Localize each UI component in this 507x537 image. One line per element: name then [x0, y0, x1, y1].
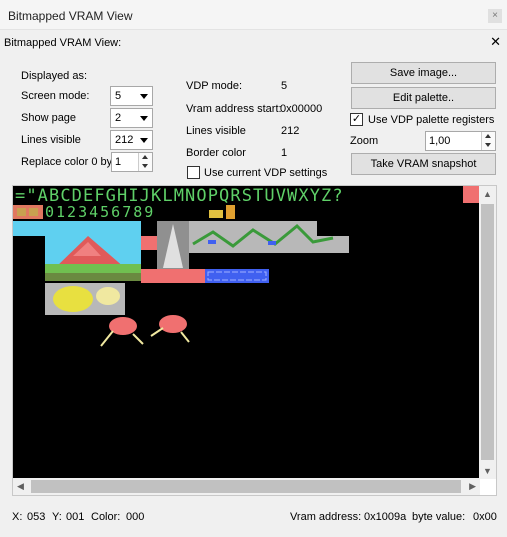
pattern-block	[141, 236, 157, 250]
show-page-select[interactable]: 2	[110, 108, 153, 128]
pattern-block	[141, 269, 205, 283]
vram-bitmap[interactable]: ="ABCDEFGHIJKLMNOPQRSTUVWXYZ? 0123456789	[13, 186, 480, 479]
pattern-block	[17, 208, 26, 216]
zoom-value: 1,00	[429, 135, 451, 147]
ant-sprite	[159, 315, 187, 333]
vertical-scrollbar[interactable]: ▲ ▼	[479, 186, 496, 479]
edit-palette-button[interactable]: Edit palette..	[351, 87, 496, 109]
replace-color-spinner[interactable]: 1	[111, 152, 153, 172]
window-title: Bitmapped VRAM View	[8, 9, 133, 23]
replace-color-value: 1	[115, 156, 122, 168]
status-vram-address-label: Vram address:	[290, 511, 362, 523]
scroll-right-icon[interactable]: ▶	[469, 481, 476, 492]
panel-title: Bitmapped VRAM View:	[4, 37, 122, 49]
vdp-lines-visible-value: 212	[281, 125, 300, 137]
pattern-block	[29, 208, 38, 216]
chevron-down-icon	[140, 138, 148, 143]
vdp-mode-label: VDP mode:	[186, 80, 243, 92]
panel-close-button[interactable]: ✕	[490, 34, 501, 50]
vram-start-value: 0x00000	[280, 103, 323, 115]
vdp-lines-visible-label: Lines visible	[186, 125, 246, 137]
spin-down-icon[interactable]	[138, 162, 152, 171]
zoom-spinner[interactable]: 1,00	[425, 131, 496, 151]
status-x-value: 053	[27, 511, 46, 523]
screen-mode-value: 5	[115, 90, 122, 102]
use-current-vdp-label: Use current VDP settings	[204, 167, 328, 179]
replace-color-label: Replace color 0 by	[21, 156, 113, 168]
lines-visible-select[interactable]: 212	[110, 130, 153, 150]
show-page-label: Show page	[21, 112, 77, 124]
use-current-vdp-checkbox[interactable]	[187, 166, 200, 179]
pattern-block	[209, 210, 223, 218]
border-color-value: 1	[281, 147, 288, 159]
save-image-button[interactable]: Save image...	[351, 62, 496, 84]
zoom-label: Zoom	[350, 135, 379, 147]
scroll-up-icon[interactable]: ▲	[483, 189, 492, 199]
show-page-value: 2	[115, 112, 122, 124]
horizontal-scroll-thumb[interactable]	[31, 480, 461, 493]
scroll-left-icon[interactable]: ◀	[17, 481, 24, 492]
displayed-as-label: Displayed as:	[21, 70, 88, 82]
sky-tile	[13, 221, 45, 236]
status-y-label: Y:	[52, 511, 62, 523]
status-y-value: 001	[66, 511, 85, 523]
take-vram-snapshot-button[interactable]: Take VRAM snapshot	[351, 153, 496, 175]
chevron-down-icon	[140, 94, 148, 99]
status-color-value: 000	[126, 511, 145, 523]
vdp-mode-value: 5	[281, 80, 288, 92]
pattern-block	[463, 186, 479, 203]
use-vdp-palette-label: Use VDP palette registers	[368, 114, 495, 126]
pattern-block	[268, 241, 276, 245]
spin-down-icon[interactable]	[481, 141, 495, 150]
spin-up-icon[interactable]	[481, 132, 495, 141]
blob-tile	[53, 286, 93, 312]
font-row-2: 0123456789	[45, 203, 155, 221]
pattern-block	[208, 240, 216, 244]
chevron-down-icon	[140, 116, 148, 121]
status-x-label: X:	[12, 511, 23, 523]
lines-visible-label: Lines visible	[21, 134, 81, 146]
window-titlebar: Bitmapped VRAM View ×	[0, 0, 507, 30]
vram-bitmap-image: ="ABCDEFGHIJKLMNOPQRSTUVWXYZ? 0123456789	[13, 186, 480, 479]
window-close-button[interactable]: ×	[488, 9, 502, 23]
horizontal-scrollbar[interactable]: ◀ ▶	[13, 478, 480, 495]
screen-mode-select[interactable]: 5	[110, 86, 153, 106]
vram-view[interactable]: ="ABCDEFGHIJKLMNOPQRSTUVWXYZ? 0123456789	[12, 185, 497, 496]
screen-mode-label: Screen mode:	[21, 90, 90, 102]
vram-start-label: Vram address start:	[186, 103, 282, 115]
status-color-label: Color:	[91, 511, 121, 523]
status-byte-value-value: 0x00	[473, 511, 497, 523]
blob-tile	[96, 287, 120, 305]
border-color-label: Border color	[186, 147, 246, 159]
pattern-block	[205, 269, 269, 283]
lines-visible-value: 212	[115, 134, 134, 146]
use-vdp-palette-checkbox[interactable]: ✓	[350, 113, 363, 126]
status-vram-address-value: 0x1009a	[364, 511, 407, 523]
spin-up-icon[interactable]	[138, 153, 152, 162]
vertical-scroll-thumb[interactable]	[481, 204, 494, 460]
status-byte-value-label: byte value:	[412, 511, 466, 523]
scroll-down-icon[interactable]: ▼	[483, 466, 492, 476]
grass-tile	[45, 264, 141, 273]
pattern-block	[226, 205, 235, 219]
